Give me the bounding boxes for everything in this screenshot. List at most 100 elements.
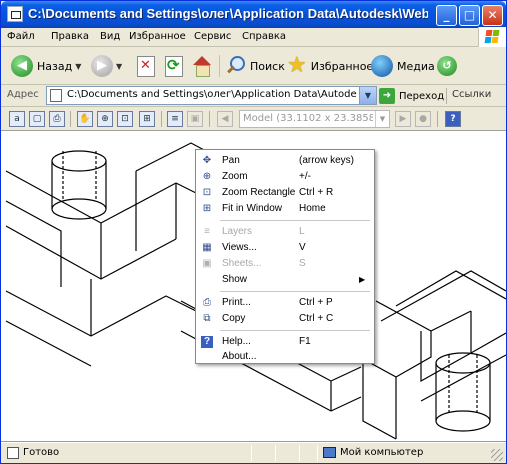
address-bar: Адрес C:\Documents and Settings\олег\App…: [1, 85, 506, 107]
menu-label: Views...: [222, 242, 257, 253]
resize-grip-icon[interactable]: [491, 449, 503, 461]
go-button[interactable]: ➜ Переход: [379, 87, 444, 105]
menu-view[interactable]: Вид: [100, 31, 120, 42]
search-label: Поиск: [250, 59, 285, 73]
maximize-button[interactable]: □: [459, 5, 480, 26]
menu-item-show[interactable]: Show ▶: [196, 272, 374, 288]
home-button[interactable]: [191, 54, 213, 78]
menu-label: Help...: [222, 336, 251, 347]
back-arrow-icon: ◀: [11, 55, 33, 77]
menu-item-views[interactable]: ▦ Views... V: [196, 240, 374, 256]
status-divider: [275, 445, 276, 461]
submenu-arrow-icon: ▶: [359, 275, 366, 284]
close-button[interactable]: ✕: [482, 5, 503, 26]
menu-label: About...: [222, 351, 257, 362]
stop-view-icon: ●: [415, 111, 431, 127]
menu-item-fit-in-window[interactable]: ⊞ Fit in Window Home: [196, 201, 374, 217]
menu-shortcut: Ctrl + P: [299, 297, 333, 308]
menu-item-copy[interactable]: ⧉ Copy Ctrl + C: [196, 311, 374, 327]
menu-shortcut: +/-: [299, 171, 311, 182]
toolbar-separator: [219, 55, 220, 77]
standard-toolbar: ◀ Назад ▼ ▶ ▼ Поиск ★ Избранное Медиа: [1, 47, 506, 85]
history-icon: ↺: [437, 56, 457, 76]
address-dropdown-icon[interactable]: ▼: [359, 87, 376, 104]
menu-shortcut: F1: [299, 336, 311, 347]
menu-favorites[interactable]: Избранное: [129, 31, 186, 42]
menu-item-pan[interactable]: ✥ Pan (arrow keys): [196, 153, 374, 169]
app-icon: [7, 6, 23, 22]
menu-edit[interactable]: Правка: [51, 31, 89, 42]
favorites-label: Избранное: [310, 59, 374, 73]
menu-item-sheets: ▣ Sheets... S: [196, 256, 374, 272]
menu-shortcut: Ctrl + R: [299, 187, 334, 198]
stop-button[interactable]: [137, 54, 155, 78]
menu-help[interactable]: Справка: [242, 31, 286, 42]
menu-tools[interactable]: Сервис: [194, 31, 231, 42]
pan-icon: ✥: [202, 155, 212, 166]
menu-shortcut: L: [299, 226, 305, 237]
favorites-button[interactable]: ★ Избранное: [287, 54, 373, 78]
help-tool-icon[interactable]: ?: [445, 111, 461, 127]
back-dropdown-icon[interactable]: ▼: [75, 62, 81, 71]
address-input[interactable]: C:\Documents and Settings\олег\Applicati…: [46, 86, 377, 105]
copy-icon: ⧉: [203, 313, 211, 324]
refresh-button[interactable]: [165, 54, 183, 78]
menu-item-zoom[interactable]: ⊕ Zoom +/-: [196, 169, 374, 185]
menu-file[interactable]: Файл: [7, 31, 35, 42]
help-icon: ?: [201, 336, 213, 348]
menu-item-help[interactable]: ? Help... F1: [196, 334, 374, 350]
pan-tool-icon[interactable]: ✋: [77, 111, 93, 127]
back-button[interactable]: ◀ Назад ▼: [11, 54, 81, 78]
forward-dropdown-icon[interactable]: ▼: [116, 62, 122, 71]
model-view-value: Model (33.1102 x 23.3858 in: [243, 113, 373, 124]
go-arrow-icon: ➜: [379, 88, 395, 104]
status-divider: [317, 445, 318, 461]
menu-label: Show: [222, 274, 248, 285]
menu-item-zoom-rectangle[interactable]: ⊡ Zoom Rectangle Ctrl + R: [196, 185, 374, 201]
viewer-logo-icon[interactable]: a: [9, 111, 25, 127]
sheets-tool-icon: ▣: [187, 111, 203, 127]
back-label: Назад: [37, 59, 73, 73]
model-dropdown-icon[interactable]: ▼: [375, 111, 389, 127]
title-bar[interactable]: C:\Documents and Settings\олег\Applicati…: [1, 1, 506, 28]
media-button[interactable]: Медиа: [371, 54, 435, 78]
zone-text: Мой компьютер: [340, 447, 424, 458]
links-separator: [446, 88, 447, 104]
open-icon[interactable]: ▢: [29, 111, 45, 127]
sheets-icon: ▣: [202, 258, 212, 269]
menu-separator: [220, 291, 370, 292]
views-icon: ▦: [202, 242, 212, 253]
forward-button[interactable]: ▶ ▼: [91, 54, 122, 78]
menu-shortcut: S: [299, 258, 306, 269]
links-button[interactable]: Ссылки: [452, 89, 491, 100]
print-icon: ⎙: [203, 297, 211, 308]
search-button[interactable]: Поиск: [224, 54, 285, 78]
layers-tool-icon[interactable]: ≡: [167, 111, 183, 127]
menu-item-print[interactable]: ⎙ Print... Ctrl + P: [196, 295, 374, 311]
zoom-rectangle-tool-icon[interactable]: ⊡: [117, 111, 133, 127]
stop-icon: [137, 55, 155, 77]
model-view-select[interactable]: Model (33.1102 x 23.3858 in ▼: [239, 110, 390, 128]
browser-window: C:\Documents and Settings\олег\Applicati…: [0, 0, 507, 464]
go-label: Переход: [399, 90, 445, 102]
print-icon[interactable]: ⎙: [49, 111, 65, 127]
fit-window-tool-icon[interactable]: ⊞: [139, 111, 155, 127]
search-icon: [224, 55, 246, 77]
status-bar: Готово Мой компьютер: [1, 442, 506, 463]
menu-separator: [220, 330, 370, 331]
history-button[interactable]: ↺: [437, 54, 457, 78]
status-divider: [299, 445, 300, 461]
viewer-separator: [161, 111, 162, 127]
computer-icon: [323, 447, 336, 458]
zoom-tool-icon[interactable]: ⊕: [97, 111, 113, 127]
menu-label: Fit in Window: [222, 203, 283, 214]
menu-shortcut: Home: [299, 203, 326, 214]
menu-item-about[interactable]: About...: [196, 349, 374, 365]
menu-label: Zoom Rectangle: [222, 187, 296, 198]
next-view-icon: ▶: [395, 111, 411, 127]
menu-label: Zoom: [222, 171, 248, 182]
minimize-button[interactable]: _: [436, 5, 457, 26]
context-menu: ✥ Pan (arrow keys) ⊕ Zoom +/- ⊡ Zoom Rec…: [195, 149, 375, 364]
menu-shortcut: Ctrl + C: [299, 313, 334, 324]
forward-arrow-icon: ▶: [91, 55, 113, 77]
